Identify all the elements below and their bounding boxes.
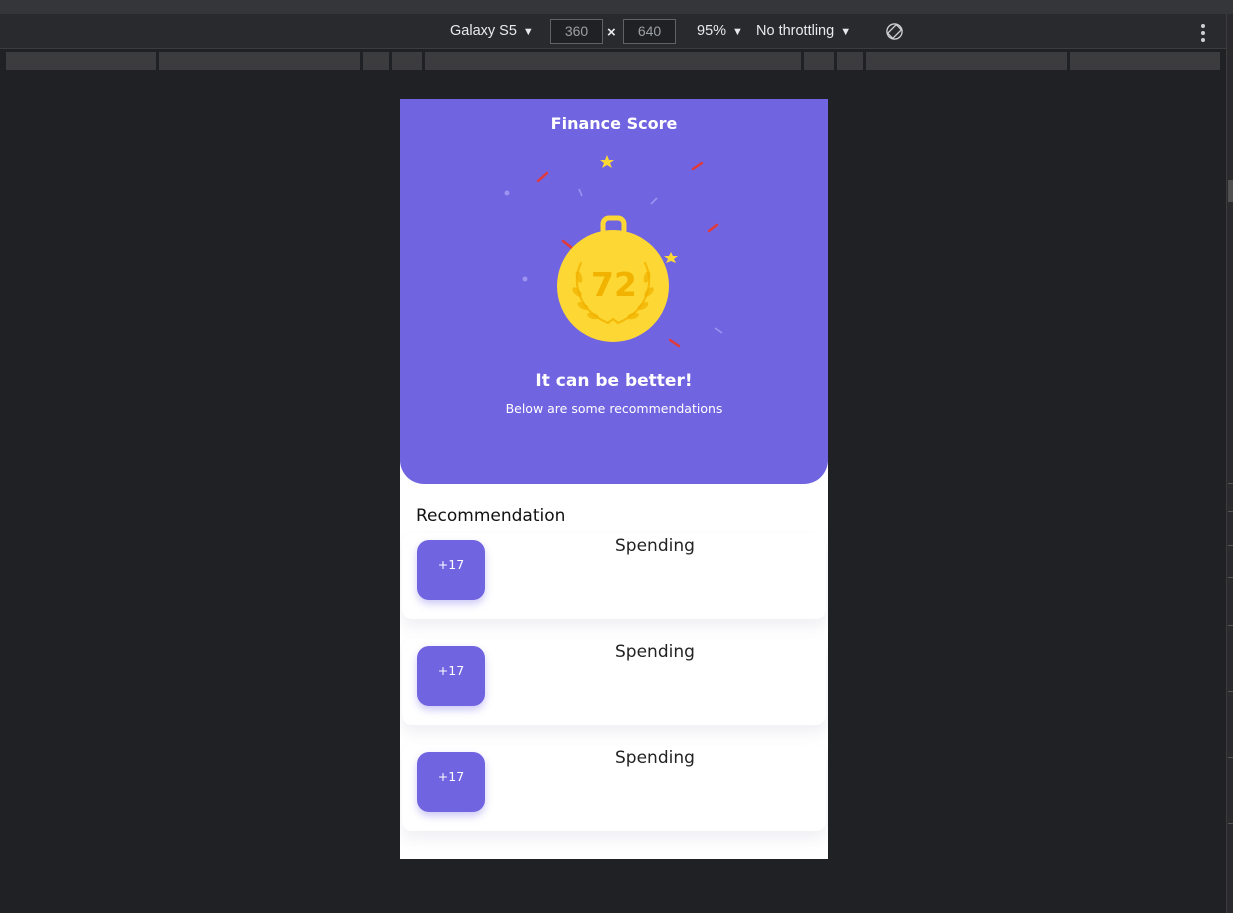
caret-down-icon: ▼ — [732, 26, 743, 38]
devtools-top-strip — [0, 0, 1233, 14]
media-query-segment[interactable] — [159, 52, 360, 70]
caret-down-icon: ▼ — [522, 26, 534, 38]
points-badge: +17 — [417, 752, 485, 812]
recommendation-title: Spending — [615, 748, 695, 768]
score-heading: It can be better! — [535, 371, 693, 391]
rotate-device-icon[interactable] — [885, 22, 904, 41]
zoom-select-label: 95% — [697, 23, 727, 39]
points-badge: +17 — [417, 646, 485, 706]
media-query-segment[interactable] — [425, 52, 801, 70]
recommendation-card[interactable]: +17 Spending — [402, 639, 826, 725]
throttling-select[interactable]: No throttling ▼ — [756, 14, 851, 49]
page-title: Finance Score — [550, 114, 678, 133]
device-toolbar: Galaxy S5 ▼ 360 × 640 95% ▼ No throttling ▼ — [0, 14, 1226, 49]
zoom-select[interactable]: 95% ▼ — [697, 14, 743, 49]
recommendation-card[interactable]: +17 Spending — [402, 745, 826, 831]
media-query-bar — [0, 50, 1226, 72]
media-query-segment[interactable] — [6, 52, 156, 70]
device-select[interactable]: Galaxy S5 ▼ — [450, 14, 534, 49]
width-input[interactable]: 360 — [550, 19, 603, 44]
height-input[interactable]: 640 — [623, 19, 676, 44]
media-query-segment[interactable] — [804, 52, 834, 70]
dimension-separator: × — [607, 24, 616, 41]
throttling-select-label: No throttling — [756, 23, 835, 39]
recommendation-title: Spending — [615, 536, 695, 556]
score-subtitle: Below are some recommendations — [505, 401, 723, 416]
media-query-segment[interactable] — [363, 52, 389, 70]
medal-icon — [504, 155, 723, 348]
resize-handle[interactable] — [1228, 180, 1233, 202]
more-vertical-icon[interactable] — [1197, 24, 1209, 42]
caret-down-icon: ▼ — [840, 26, 852, 38]
recommendation-title: Spending — [615, 642, 695, 662]
device-viewport: Finance Score 72 It can be better! Below… — [400, 99, 828, 859]
media-query-segment[interactable] — [837, 52, 863, 70]
recommendation-card[interactable]: +17 Spending — [402, 533, 826, 619]
points-badge: +17 — [417, 540, 485, 600]
score-value: 72 — [591, 265, 637, 304]
media-query-segment[interactable] — [392, 52, 422, 70]
devtools-side-rail — [1226, 14, 1233, 913]
recommendations-title: Recommendation — [416, 506, 566, 526]
device-select-label: Galaxy S5 — [450, 23, 517, 39]
score-header: Finance Score 72 It can be better! Below… — [400, 99, 828, 484]
media-query-segment[interactable] — [866, 52, 1067, 70]
media-query-segment[interactable] — [1070, 52, 1220, 70]
